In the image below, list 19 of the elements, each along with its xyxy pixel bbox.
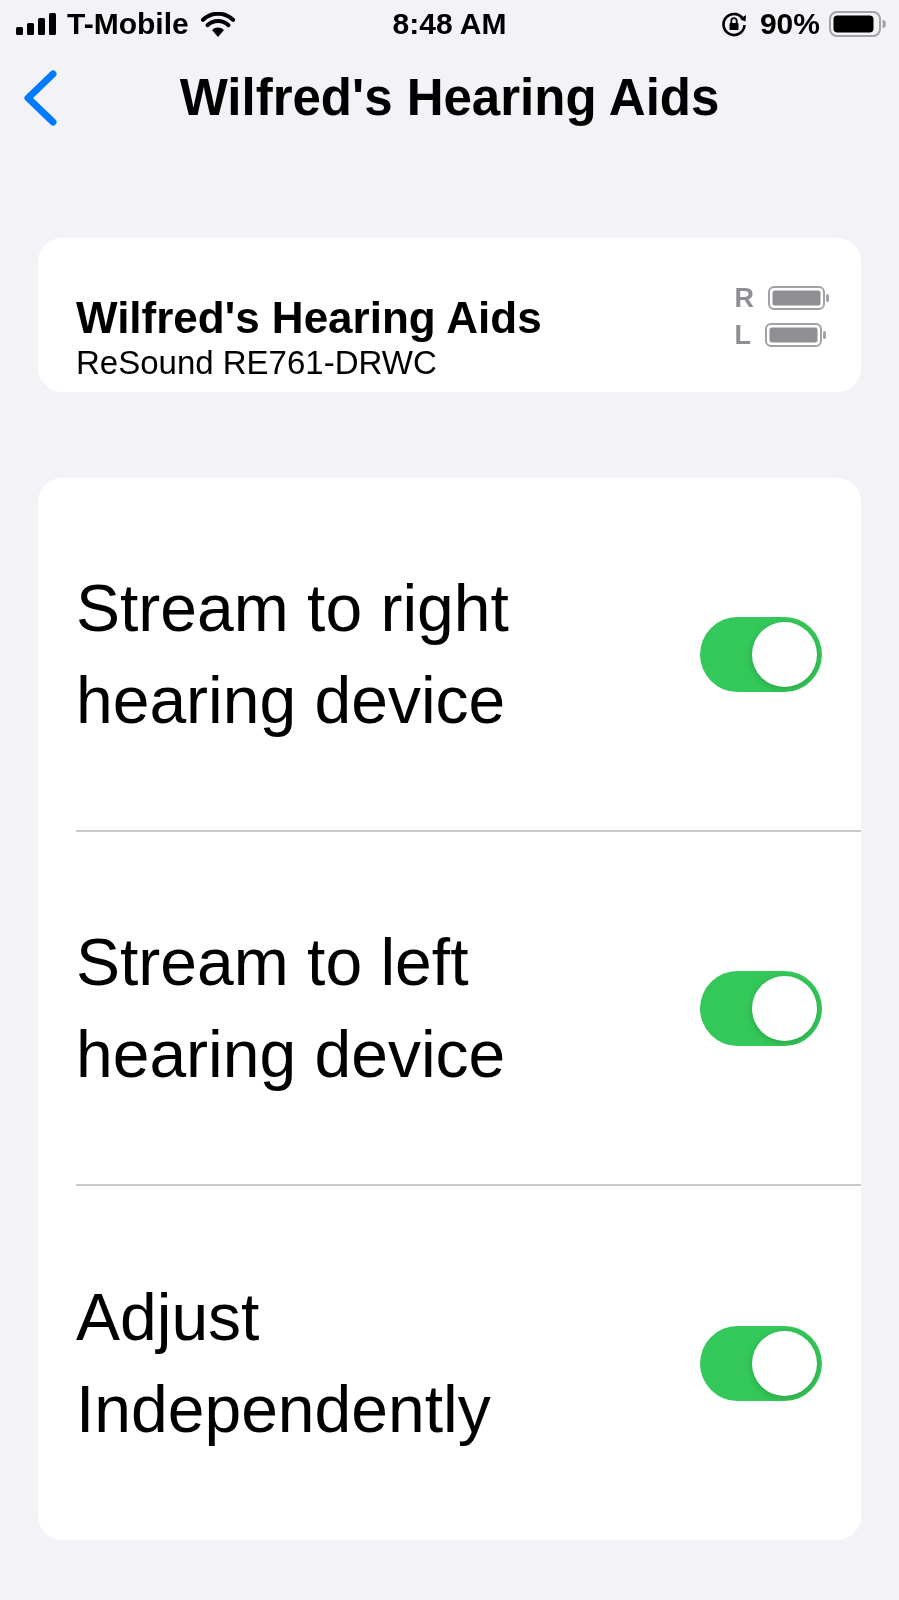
battery-icon bbox=[768, 286, 829, 310]
page-title: Wilfred's Hearing Aids bbox=[179, 68, 720, 128]
battery-icon bbox=[765, 323, 826, 347]
chevron-left-icon bbox=[23, 70, 57, 126]
side-label: L bbox=[734, 321, 751, 349]
status-time: 8:48 AM bbox=[392, 9, 507, 39]
rotation-lock-icon bbox=[720, 11, 747, 37]
battery-percentage: 90% bbox=[759, 9, 820, 39]
back-button[interactable] bbox=[23, 70, 57, 126]
side-label: R bbox=[734, 284, 754, 312]
battery-icon bbox=[829, 11, 886, 37]
setting-label: Stream to left hearing device bbox=[76, 924, 507, 1093]
setting-label: Stream to right hearing device bbox=[76, 570, 510, 739]
carrier-name: T-Mobile bbox=[67, 9, 189, 39]
wifi-icon bbox=[200, 11, 235, 37]
setting-label: Adjust Independently bbox=[76, 1279, 492, 1448]
device-name: Wilfred's Hearing Aids bbox=[76, 293, 542, 343]
device-model: ReSound RE761-DRWC bbox=[76, 343, 438, 383]
signal-icon bbox=[16, 13, 56, 35]
